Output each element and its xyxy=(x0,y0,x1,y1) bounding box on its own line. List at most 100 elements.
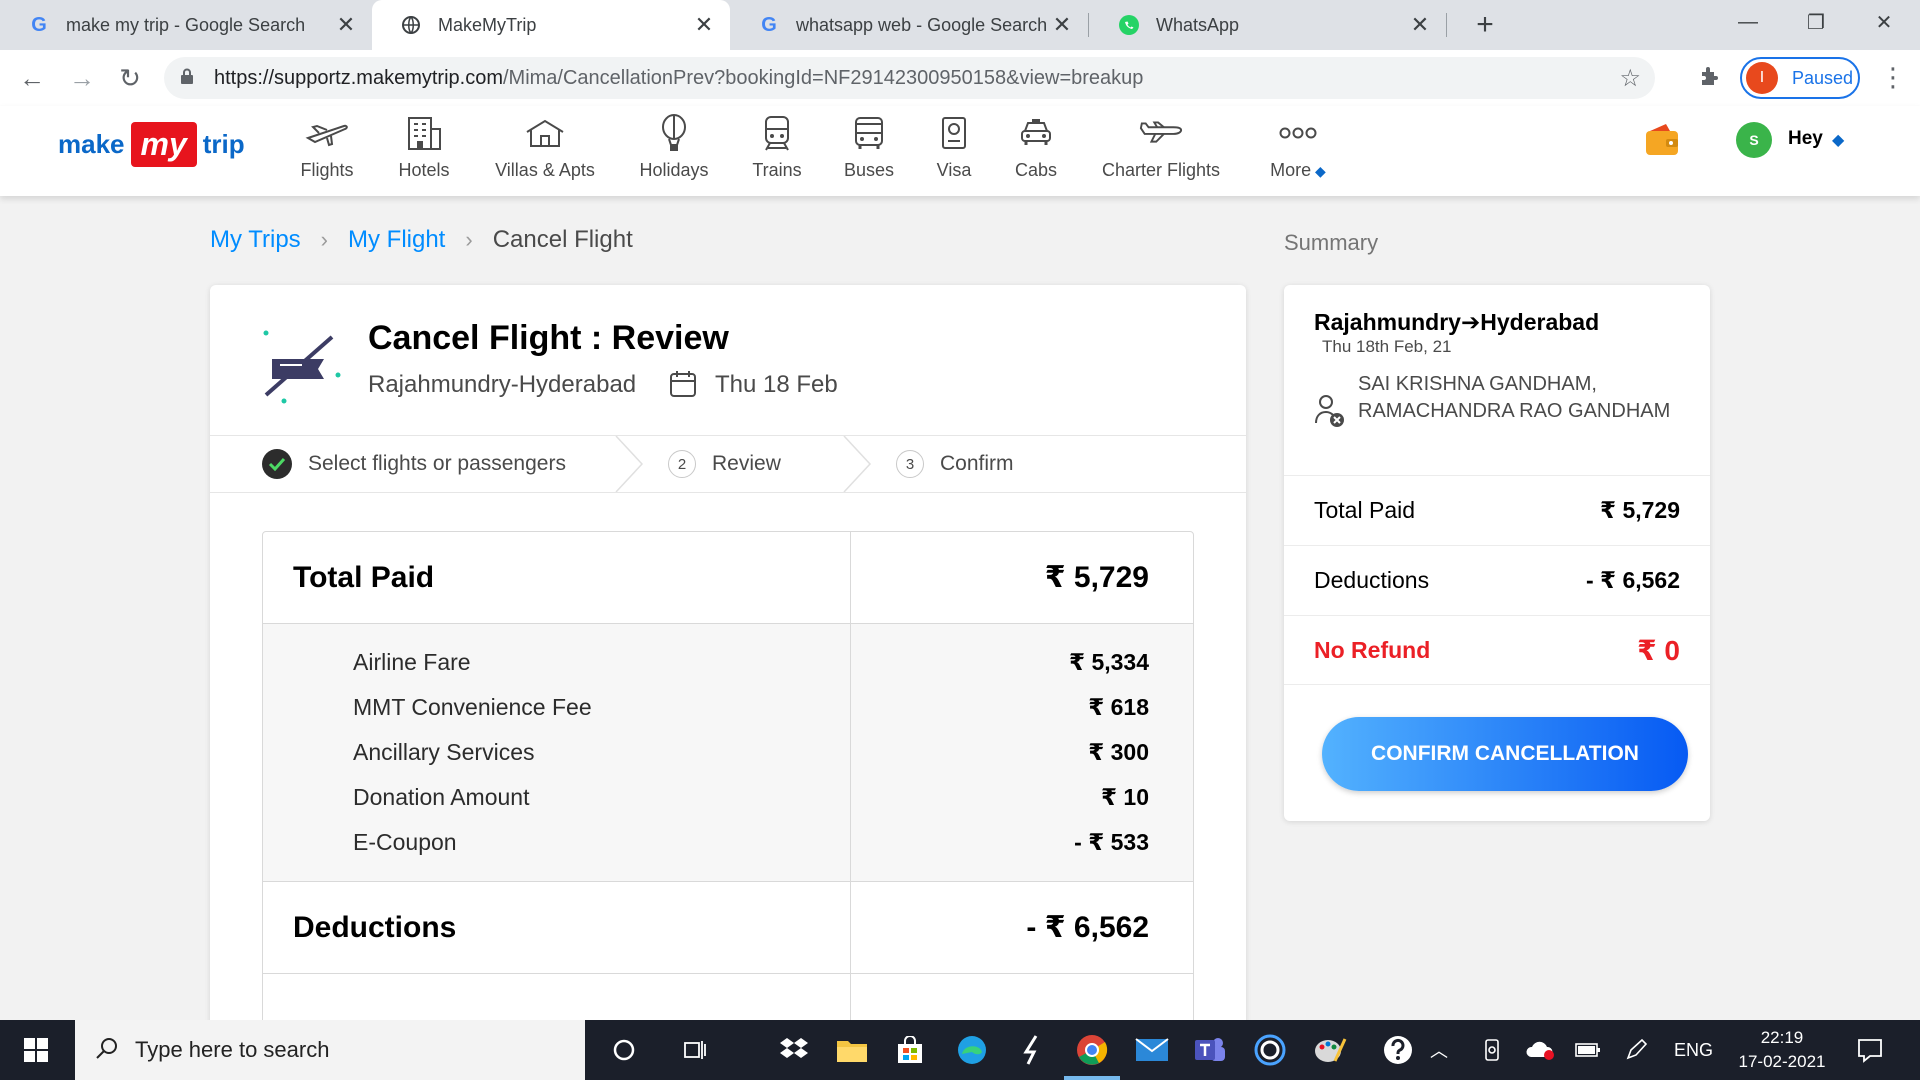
chrome-icon[interactable] xyxy=(1072,1030,1112,1070)
notification-icon[interactable] xyxy=(1850,1030,1890,1070)
nav-flights[interactable]: Flights xyxy=(296,106,358,196)
tray-device-icon[interactable] xyxy=(1472,1030,1512,1070)
close-icon[interactable]: ✕ xyxy=(692,12,716,38)
fare-item-label: Donation Amount xyxy=(353,784,530,810)
help-icon[interactable] xyxy=(1378,1030,1418,1070)
step-divider xyxy=(615,436,644,492)
page-title: Cancel Flight : Review xyxy=(368,319,729,357)
menu-kebab-icon[interactable]: ⋮ xyxy=(1880,62,1906,93)
summary-deductions-label: Deductions xyxy=(1314,567,1430,593)
tab-separator xyxy=(1088,13,1089,37)
fare-item-label: Airline Fare xyxy=(353,649,471,675)
app-s-icon[interactable] xyxy=(1012,1030,1052,1070)
pen-icon[interactable] xyxy=(1616,1030,1656,1070)
nav-villas[interactable]: Villas & Apts xyxy=(494,106,596,196)
passenger-cancel-icon xyxy=(1314,393,1346,429)
dropbox-icon[interactable] xyxy=(774,1030,814,1070)
teams-icon[interactable] xyxy=(1190,1030,1230,1070)
passenger-names: SAI KRISHNA GANDHAM, RAMACHANDRA RAO GAN… xyxy=(1358,373,1671,422)
browser-tab-whatsapp[interactable]: WhatsApp ✕ xyxy=(1090,0,1446,50)
windows-taskbar: Type here to search ︿ ENG 22:19 17-02-20… xyxy=(0,1020,1920,1080)
breadcrumb-my-flight[interactable]: My Flight xyxy=(348,226,445,254)
edge-browser-icon[interactable] xyxy=(952,1030,992,1070)
task-view-icon[interactable] xyxy=(674,1030,714,1070)
fare-details-row: Airline Fare MMT Convenience Fee Ancilla… xyxy=(263,624,1193,882)
deductions-value: - ₹ 6,562 xyxy=(1026,911,1149,944)
language-indicator[interactable]: ENG xyxy=(1674,1020,1713,1080)
confirm-cancellation-button[interactable]: CONFIRM CANCELLATION xyxy=(1322,717,1688,791)
active-app-indicator xyxy=(1064,1076,1120,1080)
fare-item-value: ₹ 5,334 xyxy=(1069,649,1149,675)
extensions-puzzle-icon[interactable] xyxy=(1698,64,1722,95)
deductions-label: Deductions xyxy=(263,881,851,974)
back-button[interactable]: ← xyxy=(12,58,52,98)
nav-trains[interactable]: Trains xyxy=(752,106,802,196)
browser-tab-whatsapp-search[interactable]: G whatsapp web - Google Search ✕ xyxy=(730,0,1088,50)
taskbar-search-box[interactable]: Type here to search xyxy=(75,1020,585,1080)
profile-paused-button[interactable]: I Paused xyxy=(1740,57,1860,99)
tray-chevron-up-icon[interactable]: ︿ xyxy=(1430,1020,1448,1080)
nav-charter-flights[interactable]: Charter Flights xyxy=(1100,106,1222,196)
onedrive-icon[interactable] xyxy=(1520,1030,1560,1070)
close-window-button[interactable]: ✕ xyxy=(1850,0,1918,44)
breadcrumb-my-trips[interactable]: My Trips xyxy=(210,226,301,254)
charter-flight-icon xyxy=(1138,110,1184,156)
user-greeting[interactable]: Hey xyxy=(1788,128,1823,150)
mail-icon[interactable] xyxy=(1132,1030,1172,1070)
url-text: https://supportz.makemytrip.com/Mima/Can… xyxy=(214,67,1143,90)
fare-item-value: ₹ 300 xyxy=(1088,739,1149,765)
wallet-icon[interactable] xyxy=(1644,122,1680,158)
taskbar-clock[interactable]: 22:19 17-02-2021 xyxy=(1720,1026,1844,1074)
hotel-icon xyxy=(401,110,447,156)
paint-icon[interactable] xyxy=(1310,1030,1350,1070)
user-avatar[interactable]: S xyxy=(1736,122,1772,158)
restore-button[interactable]: ❐ xyxy=(1782,0,1850,44)
chevron-down-icon: ◆ xyxy=(1311,163,1326,179)
browser-tab-makemytrip[interactable]: MakeMyTrip ✕ xyxy=(372,0,730,50)
route-to: Hyderabad xyxy=(1480,309,1600,335)
browser-tab-google-search[interactable]: G make my trip - Google Search ✕ xyxy=(0,0,372,50)
makemytrip-logo[interactable]: make my trip xyxy=(58,116,245,172)
cortana-icon[interactable] xyxy=(604,1030,644,1070)
nav-cabs[interactable]: Cabs xyxy=(1014,106,1058,196)
step-review: 2 Review xyxy=(668,436,781,492)
bookmark-star-icon[interactable]: ☆ xyxy=(1619,64,1641,93)
url-host: https://supportz.makemytrip.com xyxy=(214,66,503,89)
file-explorer-icon[interactable] xyxy=(832,1030,872,1070)
nav-label: Trains xyxy=(752,160,802,180)
forward-button[interactable]: → xyxy=(62,58,102,98)
fare-item-value: ₹ 10 xyxy=(1101,784,1149,810)
windows-start-button[interactable] xyxy=(0,1020,72,1080)
nav-holidays[interactable]: Holidays xyxy=(638,106,710,196)
reload-button[interactable]: ↻ xyxy=(110,58,150,98)
nav-visa[interactable]: Visa xyxy=(934,106,974,196)
logo-trip: trip xyxy=(202,128,245,159)
close-icon[interactable]: ✕ xyxy=(1050,12,1074,38)
minimize-button[interactable]: — xyxy=(1714,0,1782,44)
route-from: Rajahmundry xyxy=(1314,309,1461,335)
clock-date: 17-02-2021 xyxy=(1738,1052,1826,1071)
close-icon[interactable]: ✕ xyxy=(1408,12,1432,38)
step-select-flights[interactable]: Select flights or passengers xyxy=(262,436,566,492)
address-bar[interactable]: https://supportz.makemytrip.com/Mima/Can… xyxy=(164,57,1655,99)
visa-icon xyxy=(931,110,977,156)
summary-total-value: ₹ 5,729 xyxy=(1600,497,1680,523)
new-tab-button[interactable]: + xyxy=(1466,6,1504,44)
microsoft-store-icon[interactable] xyxy=(890,1030,930,1070)
battery-icon[interactable] xyxy=(1568,1030,1608,1070)
summary-total-row: Total Paid ₹ 5,729 xyxy=(1284,475,1710,545)
nav-buses[interactable]: Buses xyxy=(842,106,896,196)
nav-more[interactable]: More ◆ xyxy=(1262,106,1334,196)
nav-label: Charter Flights xyxy=(1101,160,1221,180)
chevron-right-icon: › xyxy=(465,227,473,252)
chevron-down-icon[interactable]: ◆ xyxy=(1832,130,1844,150)
close-icon[interactable]: ✕ xyxy=(334,12,358,38)
cab-icon xyxy=(1013,110,1059,156)
nav-label: Holidays xyxy=(639,160,709,180)
google-icon: G xyxy=(761,13,777,36)
whatsapp-icon xyxy=(1118,14,1140,36)
cancelled-flight-icon xyxy=(262,325,342,405)
app-spiral-icon[interactable] xyxy=(1250,1030,1290,1070)
nav-hotels[interactable]: Hotels xyxy=(396,106,452,196)
logo-make: make xyxy=(58,128,125,159)
